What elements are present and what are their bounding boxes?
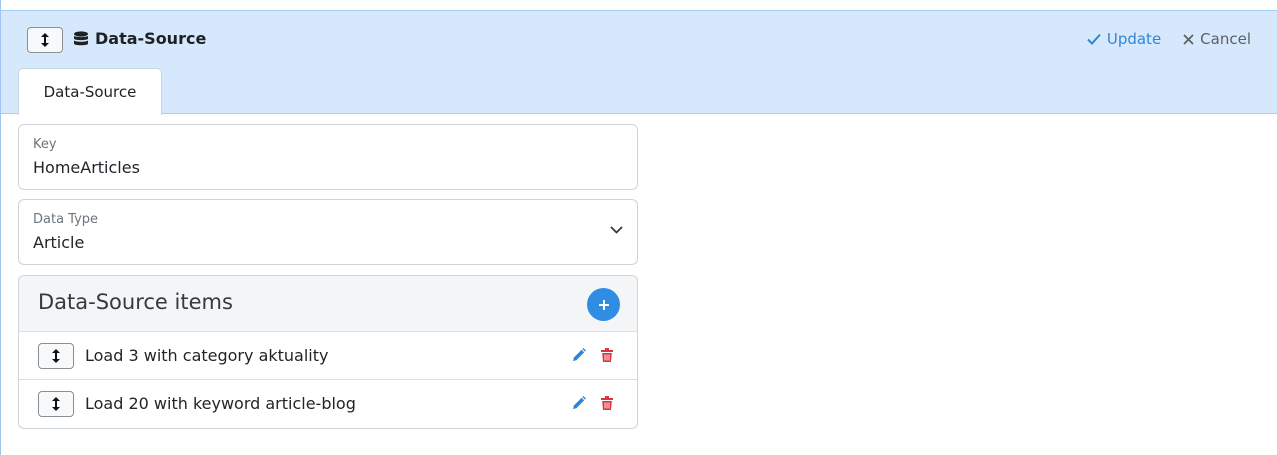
data-type-select[interactable]: Data Type Article [18,199,638,265]
tab-label: Data-Source [43,83,137,101]
database-icon [73,30,89,47]
key-field[interactable]: Key HomeArticles [18,124,638,190]
panel-header: Data-Source items [19,276,637,332]
key-field-label: Key [33,137,57,152]
trash-icon[interactable] [601,396,613,410]
close-icon [1183,33,1194,45]
update-label: Update [1106,30,1162,48]
plus-icon [598,299,609,310]
panel-title: Data-Source items [38,290,233,314]
data-type-label: Data Type [33,212,99,227]
drag-handle-button[interactable] [38,343,74,369]
list-item: Load 20 with keyword article-blog [19,380,637,428]
cancel-button[interactable]: Cancel [1183,30,1251,48]
editor-header: Data-Source Update Cancel Data-Source [1,10,1277,115]
chevron-down-icon [610,226,623,234]
drag-vertical-icon [41,33,49,47]
list-item: Load 3 with category aktuality [19,332,637,380]
pencil-icon[interactable] [572,396,586,410]
add-item-button[interactable] [587,288,620,321]
drag-handle-button[interactable] [38,391,74,417]
data-source-items-panel: Data-Source items Load 3 with category a… [18,275,638,429]
list-item-label: Load 20 with keyword article-blog [85,394,356,413]
page-title: Data-Source [73,29,206,48]
key-field-value: HomeArticles [33,158,140,177]
drag-vertical-icon [52,397,60,411]
trash-icon[interactable] [601,348,613,362]
tab-data-source[interactable]: Data-Source [18,68,162,115]
drag-handle-button[interactable] [27,27,63,53]
page-title-text: Data-Source [95,29,207,48]
header-actions: Update Cancel [1087,30,1251,48]
drag-vertical-icon [52,349,60,363]
check-icon [1087,33,1101,45]
data-type-value: Article [33,233,85,252]
list-item-label: Load 3 with category aktuality [85,346,329,365]
pencil-icon[interactable] [572,348,586,362]
update-button[interactable]: Update [1087,30,1161,48]
editor-window: Data-Source Update Cancel Data-Source Ke… [0,0,1277,455]
cancel-label: Cancel [1200,30,1251,48]
